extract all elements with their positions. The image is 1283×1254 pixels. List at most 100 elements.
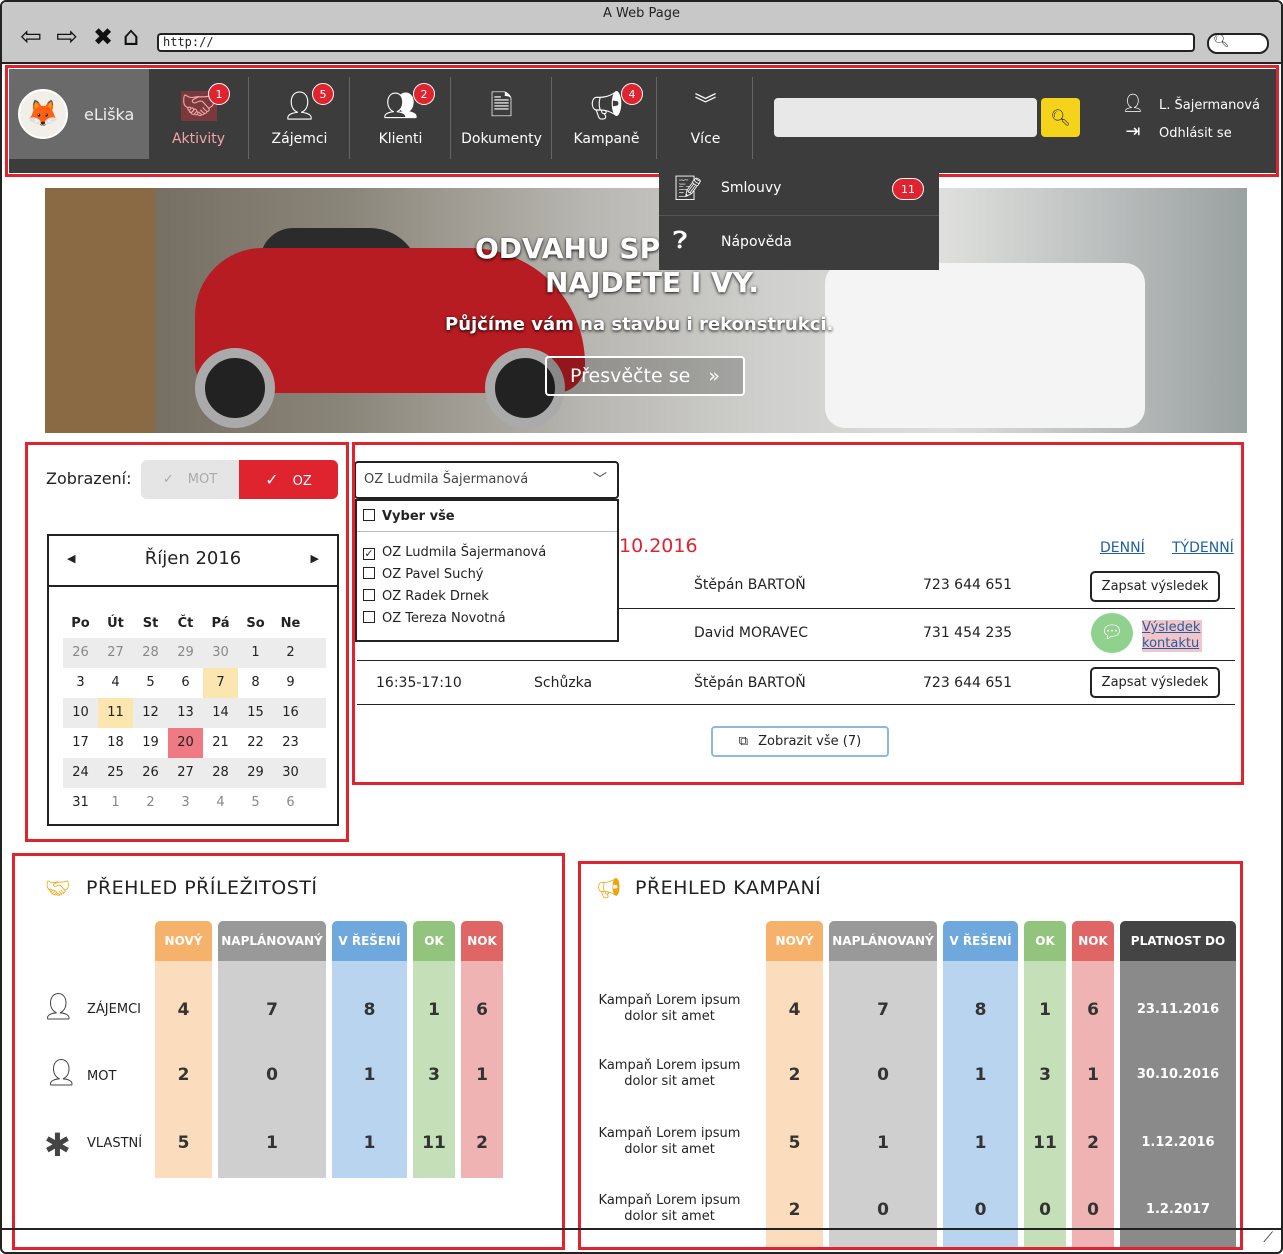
status-count[interactable]: 0 [829, 1200, 937, 1220]
calendar-day[interactable]: 28 [133, 638, 168, 668]
search-button[interactable]: 🔍︎ [1041, 98, 1080, 137]
calendar-day[interactable]: 26 [133, 758, 168, 788]
back-icon[interactable]: ⇦ [16, 22, 46, 52]
write-result-button[interactable]: Zapsat výsledek [1090, 667, 1220, 698]
view-toggle-mot[interactable]: ✓ MOT [141, 460, 239, 499]
calendar-day[interactable]: 17 [63, 728, 98, 758]
status-count[interactable]: 5 [766, 1133, 823, 1153]
calendar-day[interactable]: 7 [203, 668, 238, 698]
show-all-button[interactable]: ⧉ Zobrazit vše (7) [711, 726, 889, 757]
status-count[interactable]: 7 [829, 1000, 937, 1020]
calendar-day[interactable]: 4 [98, 668, 133, 698]
status-count[interactable]: 4 [155, 1000, 212, 1020]
status-count[interactable]: 6 [461, 1000, 503, 1020]
status-count[interactable]: 0 [1072, 1200, 1114, 1220]
view-daily-link[interactable]: DENNÍ [1100, 540, 1145, 556]
calendar-day[interactable]: 19 [133, 728, 168, 758]
brand-area[interactable]: 🦊 eLiška [9, 69, 149, 159]
calendar-day[interactable]: 11 [98, 698, 133, 728]
campaign-name[interactable]: Kampaň Lorem ipsum dolor sit amet [592, 993, 747, 1025]
calendar-day[interactable]: 24 [63, 758, 98, 788]
nav-item-zajemci[interactable]: 👤︎ Zájemci 5 [250, 77, 350, 159]
calendar-day[interactable]: 9 [273, 668, 308, 698]
status-count[interactable]: 8 [332, 1000, 407, 1020]
status-count[interactable]: 3 [1024, 1065, 1066, 1085]
calendar-day[interactable]: 31 [63, 788, 98, 818]
nav-item-dokumenty[interactable]: 🗎 Dokumenty [452, 77, 552, 159]
calendar-day[interactable]: 27 [168, 758, 203, 788]
status-count[interactable]: 1 [332, 1065, 407, 1085]
calendar-day[interactable]: 26 [63, 638, 98, 668]
campaign-name[interactable]: Kampaň Lorem ipsum dolor sit amet [592, 1058, 747, 1090]
browser-search-field[interactable]: 🔍︎ [1207, 33, 1269, 54]
write-result-button[interactable]: Zapsat výsledek [1090, 571, 1220, 602]
status-count[interactable]: 11 [413, 1133, 455, 1153]
oz-select[interactable]: OZ Ludmila Šajermanová ﹀ [354, 461, 619, 499]
status-count[interactable]: 0 [1024, 1200, 1066, 1220]
calendar-day[interactable]: 8 [238, 668, 273, 698]
status-count[interactable]: 1 [218, 1133, 326, 1153]
menu-item-smlouvy[interactable]: 📝︎ Smlouvy 11 [659, 164, 939, 216]
calendar-day[interactable]: 5 [238, 788, 273, 818]
calendar-day[interactable]: 15 [238, 698, 273, 728]
status-count[interactable]: 0 [218, 1065, 326, 1085]
calendar-day[interactable]: 29 [168, 638, 203, 668]
close-icon[interactable]: ✖ [88, 22, 118, 52]
calendar-day[interactable]: 1 [98, 788, 133, 818]
campaign-name[interactable]: Kampaň Lorem ipsum dolor sit amet [592, 1193, 747, 1225]
calendar-day[interactable]: 10 [63, 698, 98, 728]
view-toggle-oz[interactable]: ✓ OZ [239, 460, 338, 499]
campaign-name[interactable]: Kampaň Lorem ipsum dolor sit amet [592, 1126, 747, 1158]
status-count[interactable]: 1 [332, 1133, 407, 1153]
calendar-day[interactable]: 22 [238, 728, 273, 758]
menu-item-napoveda[interactable]: ❓︎ Nápověda [659, 216, 939, 268]
promo-banner[interactable]: ODVAHU SPL NAJDETE I VY. Půjčíme vám na … [45, 188, 1247, 433]
logout-link[interactable]: ⇥ Odhlásit se [1121, 121, 1231, 142]
calendar-day[interactable]: 1 [238, 638, 273, 668]
status-count[interactable]: 1 [461, 1065, 503, 1085]
oz-option[interactable]: ✓ OZ Ludmila Šajermanová [363, 545, 546, 560]
status-count[interactable]: 0 [829, 1065, 937, 1085]
status-count[interactable]: 1 [1024, 1000, 1066, 1020]
calendar-day[interactable]: 4 [203, 788, 238, 818]
calendar-day[interactable]: 30 [203, 638, 238, 668]
calendar-day[interactable]: 14 [203, 698, 238, 728]
status-count[interactable]: 6 [1072, 1000, 1114, 1020]
status-count[interactable]: 1 [413, 1000, 455, 1020]
status-count[interactable]: 11 [1024, 1133, 1066, 1153]
app-search-input[interactable] [774, 98, 1037, 137]
status-count[interactable]: 8 [943, 1000, 1018, 1020]
calendar-day[interactable]: 18 [98, 728, 133, 758]
oz-option[interactable]: OZ Radek Drnek [363, 589, 489, 604]
nav-item-vice[interactable]: ︾ Více [659, 77, 753, 159]
status-count[interactable]: 1 [943, 1133, 1018, 1153]
home-icon[interactable]: ⌂ [116, 22, 146, 52]
calendar-day[interactable]: 3 [63, 668, 98, 698]
chat-bubble-icon[interactable]: 💬︎ [1091, 613, 1133, 653]
calendar-day[interactable]: 28 [203, 758, 238, 788]
status-count[interactable]: 1 [829, 1133, 937, 1153]
calendar-day[interactable]: 2 [133, 788, 168, 818]
status-count[interactable]: 3 [413, 1065, 455, 1085]
status-count[interactable]: 2 [1072, 1133, 1114, 1153]
status-count[interactable]: 4 [766, 1000, 823, 1020]
status-count[interactable]: 2 [155, 1065, 212, 1085]
status-count[interactable]: 1 [1072, 1065, 1114, 1085]
nav-item-aktivity[interactable]: 🤝︎ Aktivity 1 [149, 77, 249, 159]
calendar-day[interactable]: 12 [133, 698, 168, 728]
resize-grip-icon[interactable]: ⟋ [1263, 1230, 1273, 1246]
contact-result-link[interactable]: Výsledek kontaktu [1142, 620, 1202, 652]
calendar-day[interactable]: 30 [273, 758, 308, 788]
nav-item-klienti[interactable]: 👥︎ Klienti 2 [351, 77, 451, 159]
calendar-day[interactable]: 2 [273, 638, 308, 668]
user-profile-link[interactable]: 👤︎ L. Šajermanová [1121, 93, 1260, 114]
oz-option[interactable]: OZ Pavel Suchý [363, 567, 484, 582]
calendar-day[interactable]: 3 [168, 788, 203, 818]
calendar-day[interactable]: 16 [273, 698, 308, 728]
view-weekly-link[interactable]: TÝDENNÍ [1172, 540, 1234, 556]
calendar-day[interactable]: 20 [168, 728, 203, 758]
calendar-day[interactable]: 27 [98, 638, 133, 668]
calendar-day[interactable]: 6 [273, 788, 308, 818]
calendar-day[interactable]: 23 [273, 728, 308, 758]
status-count[interactable]: 2 [461, 1133, 503, 1153]
